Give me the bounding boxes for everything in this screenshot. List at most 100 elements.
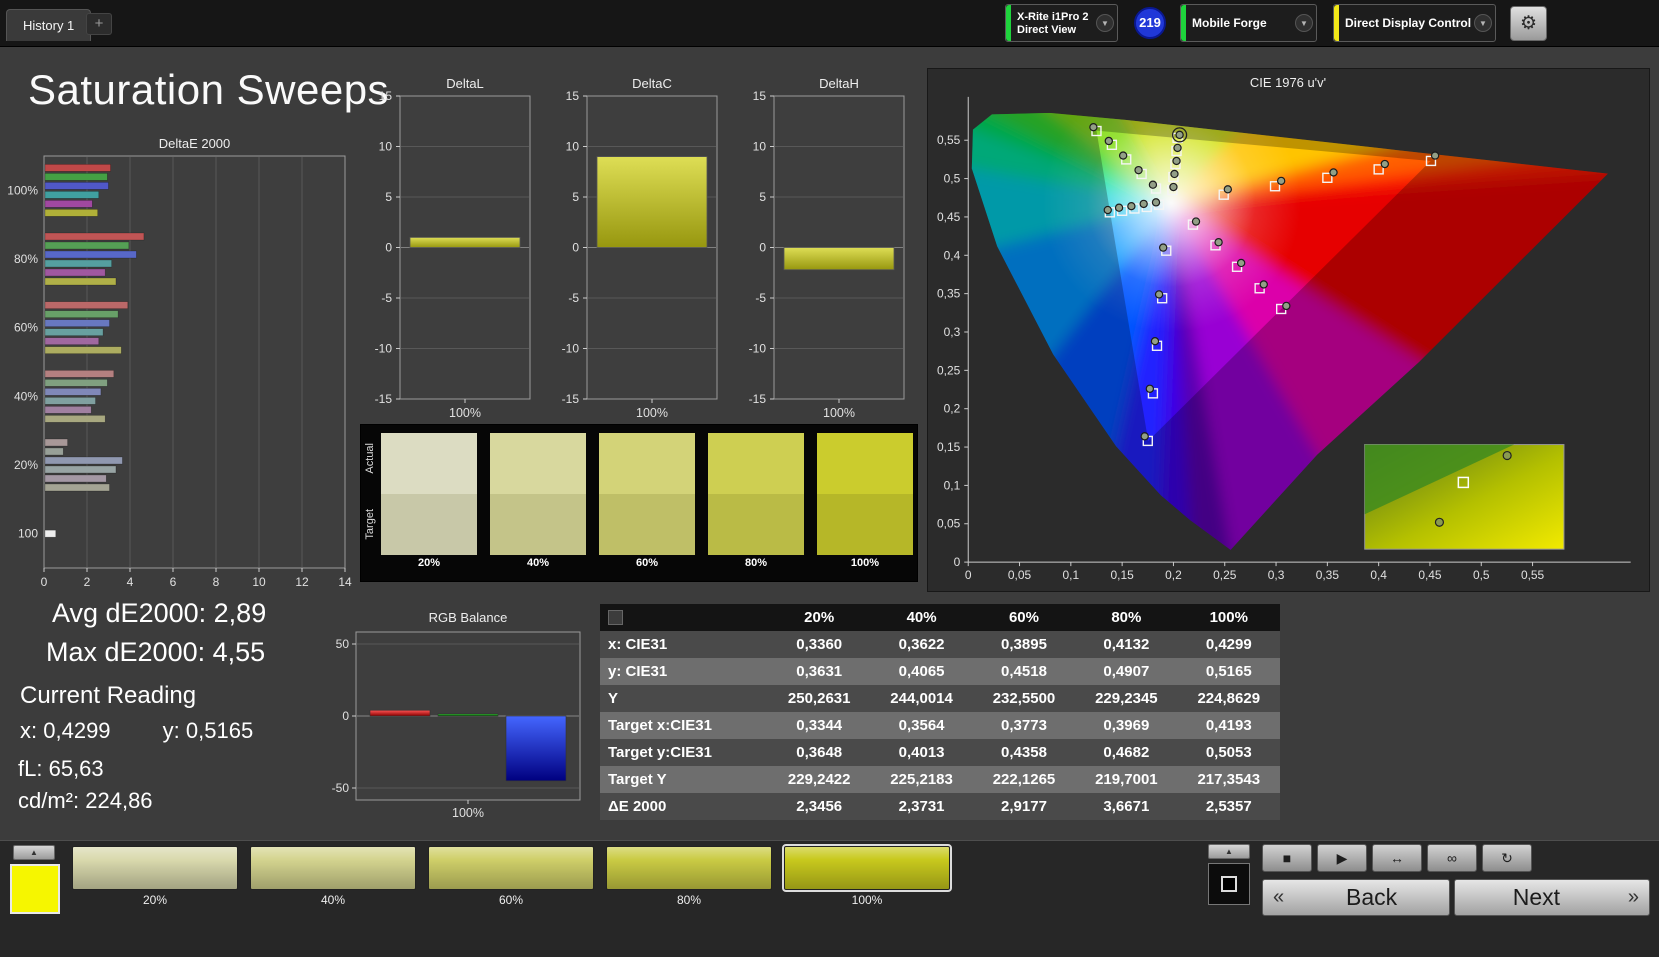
measured-point xyxy=(1191,217,1201,226)
source-dropdown[interactable]: Mobile Forge ▼ xyxy=(1180,4,1317,42)
tick-label: 0,05 xyxy=(937,517,961,531)
chevron-down-icon[interactable]: ▼ xyxy=(1474,14,1492,32)
deltaH-svg: DeltaH 15 10 5 0 -5 -10 -15 100% xyxy=(749,78,905,420)
table-cell: 0,3648 xyxy=(796,744,843,761)
tick-label: 6 xyxy=(170,575,177,589)
table-cell: 0,4193 xyxy=(1205,717,1252,734)
tick-label: 14 xyxy=(338,575,352,589)
deltae-bar xyxy=(44,370,115,378)
tick-label: 15 xyxy=(753,89,767,103)
display-control-dropdown[interactable]: Direct Display Control ▼ xyxy=(1333,4,1496,42)
meter-dropdown[interactable]: X-Rite i1Pro 2 Direct View ▼ xyxy=(1005,4,1118,42)
cie-1976-svg: CIE 1976 u'v' 0 0,05 0,1 0,15 0,2 0,25 0,3 0,35 0… xyxy=(937,75,1631,582)
current-cdm2: cd/m²: 224,86 xyxy=(18,788,153,813)
table-cell: 0,4132 xyxy=(1103,636,1150,653)
patch-label: 80% xyxy=(676,893,702,907)
patch-button-60%[interactable] xyxy=(428,846,594,890)
table-cell: 229,2345 xyxy=(1095,690,1158,707)
tick-label: -50 xyxy=(332,781,350,795)
tick-label: 0,3 xyxy=(944,325,961,339)
table-row-label: y: CIE31 xyxy=(608,663,668,680)
deltae-bar xyxy=(44,173,108,181)
delta-bar xyxy=(409,236,521,248)
target-swatch xyxy=(708,494,804,555)
measured-point xyxy=(1259,280,1268,289)
tick-label: 50 xyxy=(336,637,350,651)
tick-label: -10 xyxy=(749,342,767,356)
stop-button[interactable]: ■ xyxy=(1262,844,1312,872)
refresh-button[interactable]: ↻ xyxy=(1482,844,1532,872)
patch-button-100%[interactable] xyxy=(782,844,952,892)
deltae-bar xyxy=(44,388,102,396)
patch-label: 20% xyxy=(142,893,168,907)
chart-title: RGB Balance xyxy=(429,610,508,625)
table-cell: 229,2422 xyxy=(787,771,851,788)
tick-label: 0,15 xyxy=(937,440,961,454)
tick-label: 5 xyxy=(572,190,579,204)
back-button[interactable]: « Back xyxy=(1262,879,1450,916)
top-bar: History 1 + X-Rite i1Pro 2 Direct View ▼… xyxy=(0,0,1659,47)
table-row: y: CIE31 0,3631 0,4065 0,4518 0,4907 0,5165 xyxy=(600,658,1280,685)
tick-label: 100% xyxy=(7,183,38,197)
loop-button[interactable]: ∞ xyxy=(1427,844,1477,872)
expand-patch-list-button[interactable]: ▲ xyxy=(13,845,55,860)
chevron-down-icon[interactable]: ▼ xyxy=(1295,14,1313,32)
deltae-bar xyxy=(44,379,108,387)
tick-label: 10 xyxy=(379,140,393,154)
patch-button-80%[interactable] xyxy=(606,846,772,890)
measured-point xyxy=(1127,202,1136,211)
table-col-header: 40% xyxy=(906,609,937,626)
tick-label: -10 xyxy=(562,342,580,356)
table-cell: 0,3360 xyxy=(796,636,843,653)
settings-button[interactable]: ⚙ xyxy=(1510,6,1547,41)
table-cell: 0,3895 xyxy=(1001,636,1047,653)
tick-label: 0 xyxy=(572,241,579,255)
tick-label: 0,2 xyxy=(944,402,961,416)
table-cell: 0,4518 xyxy=(1001,663,1047,680)
measured-point xyxy=(1173,143,1182,153)
patch-slot: 60% xyxy=(428,846,594,907)
table-row-label: x: CIE31 xyxy=(608,636,668,653)
tick-label: 0,3 xyxy=(1268,568,1285,582)
tab-history-1[interactable]: History 1 xyxy=(6,9,92,41)
chart-title: DeltaE 2000 xyxy=(159,136,231,151)
tick-label: 60% xyxy=(14,321,38,335)
swatch-level-label: 60% xyxy=(635,557,659,569)
measured-point xyxy=(1214,238,1223,247)
meter-count-badge[interactable]: 219 xyxy=(1134,7,1166,39)
page-title: Saturation Sweeps xyxy=(28,66,390,113)
measured-point xyxy=(1103,205,1112,215)
deltae-bar xyxy=(44,209,98,217)
next-button[interactable]: Next » xyxy=(1454,879,1650,916)
expand-controls-button[interactable]: ▲ xyxy=(1208,844,1250,859)
play-button[interactable]: ▶ xyxy=(1317,844,1367,872)
add-tab-button[interactable]: + xyxy=(86,13,112,35)
deltae-bar xyxy=(44,259,112,268)
tick-label: 0,45 xyxy=(937,210,961,224)
measured-point xyxy=(1172,156,1181,166)
deltaH-chart: DeltaH 15 10 5 0 -5 -10 -15 100% xyxy=(739,78,914,423)
patch-button-40%[interactable] xyxy=(250,846,416,890)
measured-point xyxy=(1236,258,1246,268)
actual-swatch xyxy=(490,433,586,494)
pattern-window-button[interactable] xyxy=(1208,863,1250,905)
table-cell: 3,6671 xyxy=(1103,798,1150,815)
tick-label: 0,25 xyxy=(1213,568,1237,582)
table-header-row: 20% 40% 60% 80% 100% xyxy=(600,604,1280,631)
measured-point xyxy=(1150,337,1160,346)
patch-button-20%[interactable] xyxy=(72,846,238,890)
tick-label: 0 xyxy=(342,709,349,723)
measured-point xyxy=(1118,151,1128,160)
tick-label: 0,55 xyxy=(937,133,961,147)
table-row: Target Y 229,2422 225,2183 222,1265 219,7001… xyxy=(600,766,1280,793)
tick-label: 5 xyxy=(759,190,766,204)
fit-button[interactable]: ↔ xyxy=(1372,844,1422,872)
measured-point xyxy=(1134,165,1143,175)
table-grip-icon xyxy=(608,610,623,625)
tick-label: 100% xyxy=(636,406,668,420)
chevron-down-icon[interactable]: ▼ xyxy=(1096,14,1114,32)
table-cell: 0,3564 xyxy=(898,717,945,734)
swatch-level-label: 100% xyxy=(850,557,880,569)
inset-measured-point xyxy=(1434,517,1445,527)
swatch-column: 100% xyxy=(817,433,913,569)
